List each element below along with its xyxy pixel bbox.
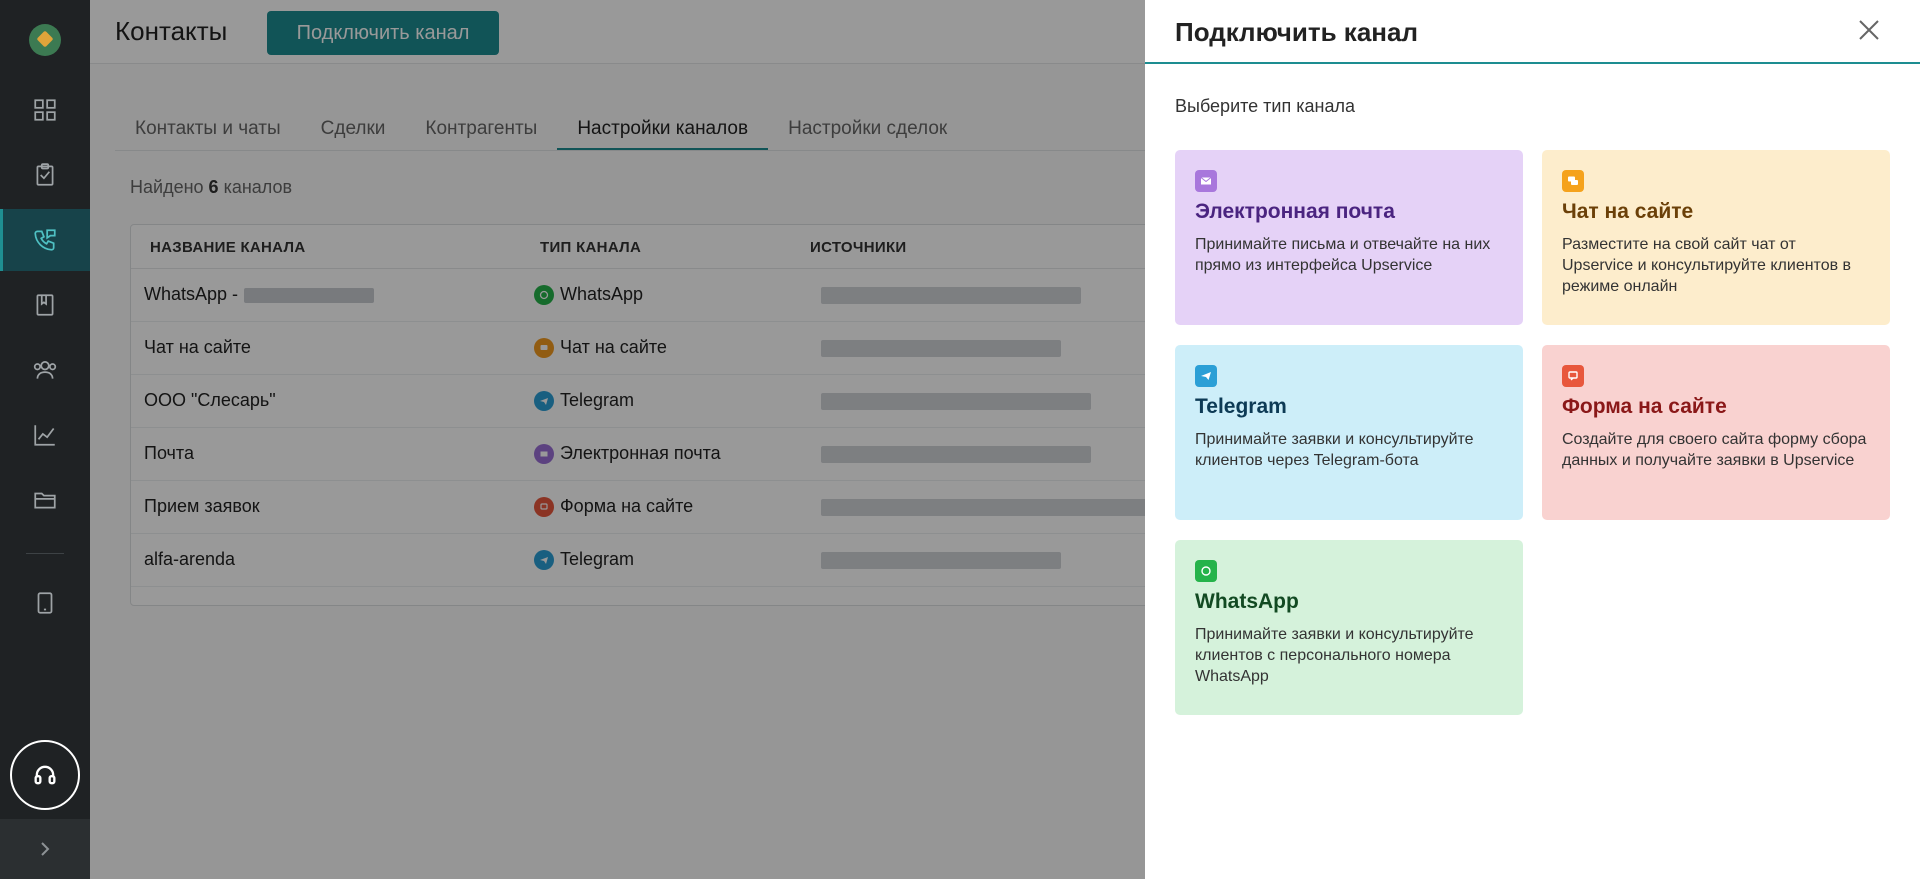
- users-icon: [33, 361, 57, 379]
- channel-card-telegram[interactable]: Telegram Принимайте заявки и консультиру…: [1175, 345, 1523, 520]
- card-description: Разместите на свой сайт чат от Upservice…: [1562, 236, 1852, 295]
- sidebar-item-users[interactable]: [0, 339, 90, 401]
- card-title: Форма на сайте: [1562, 395, 1727, 418]
- channel-card-whatsapp[interactable]: WhatsApp Принимайте заявки и консультиру…: [1175, 540, 1523, 715]
- sidebar-item-documents[interactable]: [0, 274, 90, 336]
- card-description: Принимайте письма и отвечайте на них пря…: [1195, 236, 1491, 274]
- chat-icon: [1562, 170, 1584, 192]
- headset-icon: [34, 765, 56, 785]
- form-icon: [1562, 365, 1584, 387]
- card-title: WhatsApp: [1195, 590, 1299, 613]
- channel-card-site-chat[interactable]: Чат на сайте Разместите на свой сайт чат…: [1542, 150, 1890, 325]
- close-icon: [1859, 20, 1879, 40]
- whatsapp-icon: [1195, 560, 1217, 582]
- phone-chat-icon: [34, 229, 56, 251]
- panel-title: Подключить канал: [1175, 17, 1418, 47]
- card-description: Принимайте заявки и консультируйте клиен…: [1195, 431, 1474, 469]
- sidebar-item-devices[interactable]: [0, 572, 90, 634]
- connect-channel-panel: Подключить канал Выберите тип канала Эле…: [1145, 0, 1920, 879]
- sidebar-item-contacts[interactable]: [0, 209, 90, 271]
- sidebar-divider: [26, 553, 64, 554]
- card-title: Telegram: [1195, 395, 1287, 418]
- chart-icon: [34, 425, 55, 446]
- sidebar-item-files[interactable]: [0, 469, 90, 531]
- sidebar-item-reports[interactable]: [0, 404, 90, 466]
- card-description: Принимайте заявки и консультируйте клиен…: [1195, 626, 1474, 685]
- panel-header: Подключить канал: [1145, 0, 1920, 64]
- support-button[interactable]: [10, 740, 80, 810]
- chevron-right-icon: [41, 842, 50, 856]
- sidebar: [0, 0, 90, 879]
- telegram-icon: [1195, 365, 1217, 387]
- channel-card-site-form[interactable]: Форма на сайте Создайте для своего сайта…: [1542, 345, 1890, 520]
- close-button[interactable]: [1855, 16, 1883, 44]
- sidebar-item-dashboard[interactable]: [0, 79, 90, 141]
- clipboard-icon: [36, 163, 54, 186]
- book-icon: [36, 294, 54, 316]
- tablet-icon: [37, 592, 53, 614]
- card-title: Электронная почта: [1195, 200, 1395, 223]
- sidebar-item-tasks[interactable]: [0, 144, 90, 206]
- card-title: Чат на сайте: [1562, 200, 1694, 223]
- panel-subtitle: Выберите тип канала: [1175, 96, 1355, 116]
- channel-card-email[interactable]: Электронная почта Принимайте письма и от…: [1175, 150, 1523, 325]
- folder-icon: [34, 492, 56, 509]
- card-description: Создайте для своего сайта форму сбора да…: [1562, 431, 1867, 469]
- mail-icon: [1195, 170, 1217, 192]
- expand-sidebar-button[interactable]: [0, 819, 90, 879]
- modal-backdrop[interactable]: [90, 0, 1235, 879]
- grid-icon: [34, 99, 56, 121]
- app-logo[interactable]: [29, 24, 61, 56]
